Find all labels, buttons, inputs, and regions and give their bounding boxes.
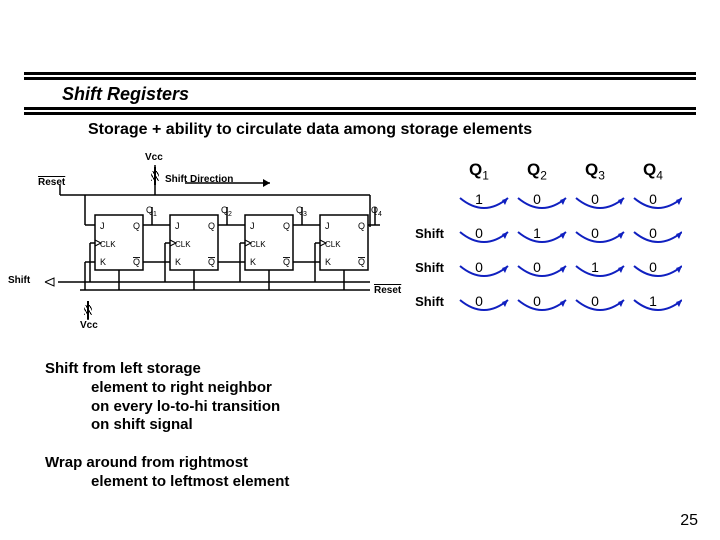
table-cell: 1: [566, 259, 624, 275]
state-sequence-table: Q1 Q2 Q3 Q4 1000Shift0100Shift0010Shift0…: [395, 160, 695, 318]
svg-text:Q: Q: [208, 221, 215, 231]
table-cell: 0: [566, 225, 624, 241]
col-header: Q2: [508, 160, 566, 182]
svg-text:Q: Q: [358, 257, 365, 267]
svg-text:CLK: CLK: [100, 240, 116, 249]
table-header-row: Q1 Q2 Q3 Q4: [395, 160, 695, 182]
resistor-bottom: [87, 301, 89, 319]
svg-text:Q: Q: [133, 257, 140, 267]
svg-text:Q: Q: [283, 221, 290, 231]
svg-text:J: J: [100, 221, 105, 231]
table-cell: 0: [450, 225, 508, 241]
col-header: Q3: [566, 160, 624, 182]
svg-text:CLK: CLK: [250, 240, 266, 249]
table-cell: 0: [508, 191, 566, 207]
svg-text:CLK: CLK: [175, 240, 191, 249]
vcc-top-label: Vcc: [145, 152, 163, 163]
page-subtitle: Storage + ability to circulate data amon…: [88, 121, 720, 139]
svg-text:Q: Q: [208, 257, 215, 267]
shift-port-label: Shift: [8, 275, 30, 286]
svg-text:K: K: [175, 257, 181, 267]
svg-text:J: J: [325, 221, 330, 231]
under-title-rule-1: [24, 107, 696, 110]
table-cell: 0: [624, 191, 682, 207]
explanation-text: Shift from left storage element to right…: [45, 360, 289, 491]
table-row: Shift0010: [395, 250, 695, 284]
svg-text:4: 4: [378, 211, 382, 218]
table-row: Shift0001: [395, 284, 695, 318]
page-number: 25: [680, 512, 698, 530]
svg-text:Q: Q: [371, 205, 378, 215]
page-title: Shift Registers: [62, 84, 720, 105]
row-event-label: Shift: [395, 294, 450, 309]
svg-text:3: 3: [303, 211, 307, 218]
svg-text:1: 1: [153, 211, 157, 218]
table-cell: 0: [566, 293, 624, 309]
svg-text:Q: Q: [221, 205, 228, 215]
table-cell: 0: [450, 293, 508, 309]
table-cell: 1: [450, 191, 508, 207]
svg-text:Q: Q: [296, 205, 303, 215]
resistor-top: [154, 167, 156, 185]
top-rule-2: [24, 77, 696, 80]
under-title-rule-2: [24, 112, 696, 115]
svg-text:K: K: [250, 257, 256, 267]
svg-text:Q: Q: [146, 205, 153, 215]
row-event-label: Shift: [395, 260, 450, 275]
row-event-label: Shift: [395, 226, 450, 241]
top-rule-1: [24, 72, 696, 75]
shift-register-diagram: J Q CLK K Q J Q CLK K Q J Q CLK K Q J Q: [40, 155, 410, 330]
svg-text:2: 2: [228, 211, 232, 218]
table-cell: 0: [508, 259, 566, 275]
svg-text:J: J: [250, 221, 255, 231]
table-row: Shift0100: [395, 216, 695, 250]
table-cell: 0: [508, 293, 566, 309]
table-cell: 0: [566, 191, 624, 207]
col-header: Q1: [450, 160, 508, 182]
table-row: 1000: [395, 182, 695, 216]
shift-direction-label: Shift Direction: [165, 174, 233, 185]
reset-label: Reset: [38, 177, 65, 188]
svg-text:Q: Q: [358, 221, 365, 231]
svg-text:Q: Q: [133, 221, 140, 231]
vcc-bottom-label: Vcc: [80, 320, 98, 331]
svg-text:CLK: CLK: [325, 240, 341, 249]
col-header: Q4: [624, 160, 682, 182]
table-cell: 0: [450, 259, 508, 275]
table-cell: 0: [624, 259, 682, 275]
svg-text:Q: Q: [283, 257, 290, 267]
svg-text:K: K: [325, 257, 331, 267]
table-cell: 0: [624, 225, 682, 241]
table-cell: 1: [508, 225, 566, 241]
svg-text:J: J: [175, 221, 180, 231]
table-cell: 1: [624, 293, 682, 309]
svg-text:K: K: [100, 257, 106, 267]
